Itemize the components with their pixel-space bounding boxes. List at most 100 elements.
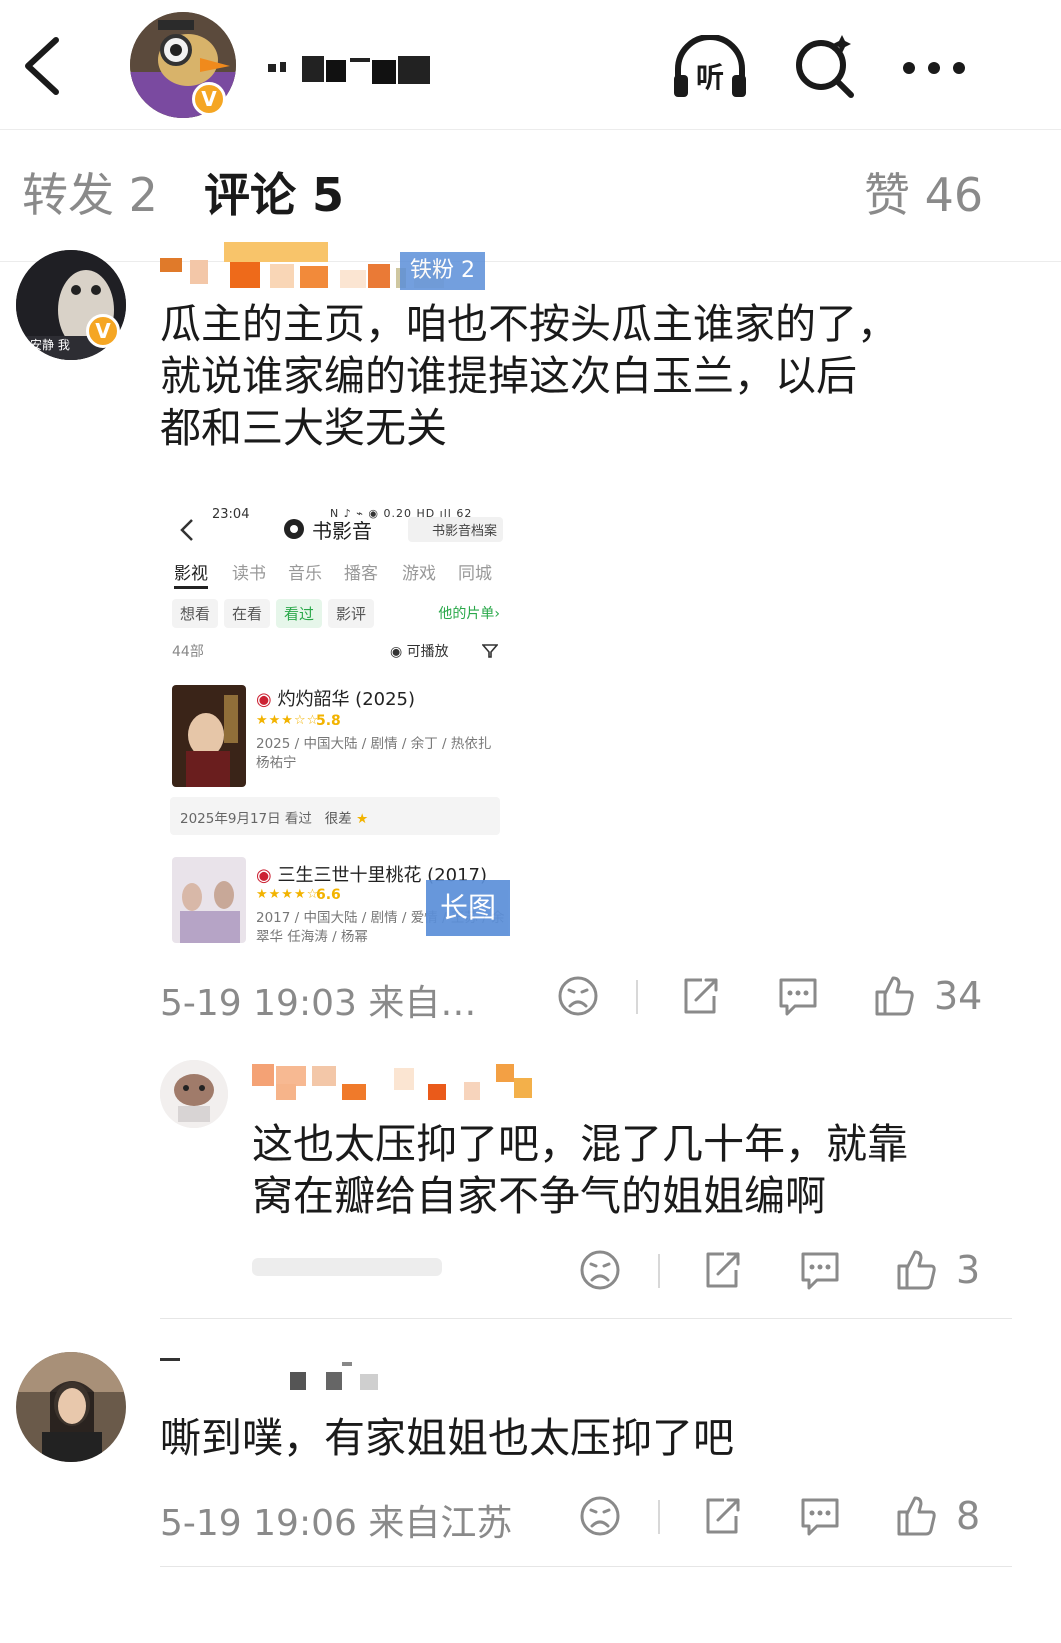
verified-badge-icon: V (86, 314, 120, 348)
comment-line: 就说谁家编的谁提掉这次白玉兰，以后 (160, 352, 857, 400)
reply-avatar[interactable] (160, 1060, 228, 1128)
like-count: 3 (956, 1248, 981, 1292)
star-rating-icon: ★★★★☆ (256, 887, 320, 902)
shot-list-link: 他的片单› (438, 606, 500, 622)
comment-line: 都和三大奖无关 (160, 404, 447, 452)
comment-line: 嘶到噗，有家姐姐也太压抑了吧 (160, 1414, 734, 1462)
action-divider (658, 1254, 660, 1288)
comment-line: 瓜主的主页，咱也不按头瓜主谁家的了， (160, 300, 898, 348)
comment-bubble-icon (801, 1498, 839, 1536)
reply-time-blurred (252, 1250, 442, 1284)
thumbs-up-icon (897, 1250, 936, 1290)
sad-face-icon (580, 1250, 620, 1290)
archive-label: 书影音档案 (432, 524, 498, 539)
like-button[interactable] (868, 968, 920, 1022)
reply-line: 窝在瓣给自家不争气的姐姐编啊 (252, 1172, 826, 1220)
share-button[interactable] (696, 1490, 748, 1542)
author-name-pixelated[interactable] (268, 52, 438, 86)
reply-button[interactable] (792, 1244, 848, 1296)
like-count: 8 (956, 1494, 981, 1538)
dislike-button[interactable] (574, 1244, 626, 1296)
more-button[interactable] (892, 30, 976, 106)
avatar-caption: 安静 我 (30, 338, 70, 352)
comment-text: 嘶到噗，有家姐姐也太压抑了吧 (160, 1412, 734, 1464)
shot-chip: 在看 (224, 599, 271, 628)
filter-icon (482, 644, 498, 658)
comment-bubble-icon (801, 1252, 839, 1290)
shot-tab: 影视 (174, 559, 208, 589)
reply-button[interactable] (770, 970, 826, 1022)
reply-name-pixelated[interactable] (252, 1058, 542, 1102)
sad-face-icon (558, 976, 598, 1016)
chevron-left-icon (25, 37, 59, 95)
sad-face-icon (580, 1496, 620, 1536)
search-button[interactable] (782, 30, 866, 106)
tab-comments[interactable]: 评论 5 (204, 168, 344, 223)
share-button[interactable] (674, 970, 726, 1022)
status-time: 23:04 (212, 507, 250, 522)
share-button[interactable] (696, 1244, 748, 1296)
share-icon (706, 1252, 740, 1288)
film-reel-icon (284, 519, 304, 539)
movie-rating: 6.6 (316, 887, 341, 903)
movie-poster (172, 685, 246, 787)
reply-line: 这也太压抑了吧，混了几十年，就靠 (252, 1120, 908, 1168)
thumbs-up-icon (897, 1496, 936, 1536)
svg-text:听: 听 (696, 61, 724, 94)
chevron-left-icon (180, 519, 193, 541)
shot-tab: 播客 (344, 564, 378, 584)
movie-rating: 5.8 (316, 713, 341, 729)
commenter-name-pixelated[interactable] (160, 1356, 390, 1396)
dislike-button[interactable] (552, 970, 604, 1022)
comment-divider (160, 1566, 1012, 1567)
listen-button[interactable]: 听 (668, 30, 752, 106)
like-count: 34 (934, 974, 983, 1018)
reply-text: 这也太压抑了吧，混了几十年，就靠 窝在瓣给自家不争气的姐姐编啊 (252, 1118, 908, 1222)
shot-count: 44部 (172, 644, 204, 660)
comment-text: 瓜主的主页，咱也不按头瓜主谁家的了， 就说谁家编的谁提掉这次白玉兰，以后 都和三… (160, 298, 898, 454)
shot-chip: 看过 (276, 599, 323, 628)
shot-tab: 读书 (232, 564, 266, 584)
tab-repost[interactable]: 转发 2 (22, 168, 158, 223)
share-icon (684, 978, 718, 1014)
movie-title: ◉ 灼灼韶华 (2025) (256, 689, 416, 710)
long-image-badge: 长图 (426, 880, 510, 936)
action-divider (636, 980, 638, 1014)
comment-divider (160, 1318, 1012, 1319)
like-button[interactable] (890, 1242, 942, 1296)
commenter-avatar[interactable] (16, 1352, 126, 1462)
shot-chip: 影评 (328, 599, 375, 628)
watched-record: 2025年9月17日 看过 很差 ★ (170, 797, 500, 835)
shot-tab: 游戏 (402, 564, 436, 584)
back-button[interactable] (16, 28, 80, 104)
tab-likes[interactable]: 赞 46 (864, 168, 983, 223)
dislike-button[interactable] (574, 1490, 626, 1542)
shot-chip: 想看 (172, 599, 219, 628)
reply-button[interactable] (792, 1490, 848, 1542)
action-divider (658, 1500, 660, 1534)
shot-tab: 同城 (458, 564, 492, 584)
top-bar: V 听 (0, 0, 1061, 130)
watched-date: 2025年9月17日 看过 (180, 811, 312, 827)
headphones-listen-icon: 听 (674, 35, 746, 97)
share-icon (706, 1498, 740, 1534)
fan-level-badge: 铁粉 2 (400, 252, 485, 290)
more-dots-icon (903, 62, 965, 74)
play-filter-label: 可播放 (406, 644, 449, 660)
comment-bubble-icon (779, 978, 817, 1016)
verified-badge-icon: V (192, 82, 226, 116)
watched-verdict: 很差 (324, 811, 352, 827)
archive-button: 书影音档案 (408, 517, 504, 542)
movie-title-text: 灼灼韶华 (2025) (277, 689, 416, 710)
screenshot-title: 书影音 (312, 519, 372, 543)
thumbs-up-icon (875, 976, 914, 1016)
search-icon (796, 35, 854, 98)
shot-tab: 音乐 (288, 564, 322, 584)
shot-play-filter: ◉ 可播放 (390, 644, 449, 660)
comment-time-source: 5-19 19:06 来自江苏 (160, 1503, 513, 1544)
star-rating-icon: ★★★☆☆ (256, 713, 320, 728)
movie-info: 2025 / 中国大陆 / 剧情 / 余丁 / 热依扎 杨祐宁 (256, 736, 492, 771)
comment-time-source: 5-19 19:03 来自… (160, 983, 477, 1024)
movie-poster (172, 857, 246, 943)
like-button[interactable] (890, 1488, 942, 1542)
